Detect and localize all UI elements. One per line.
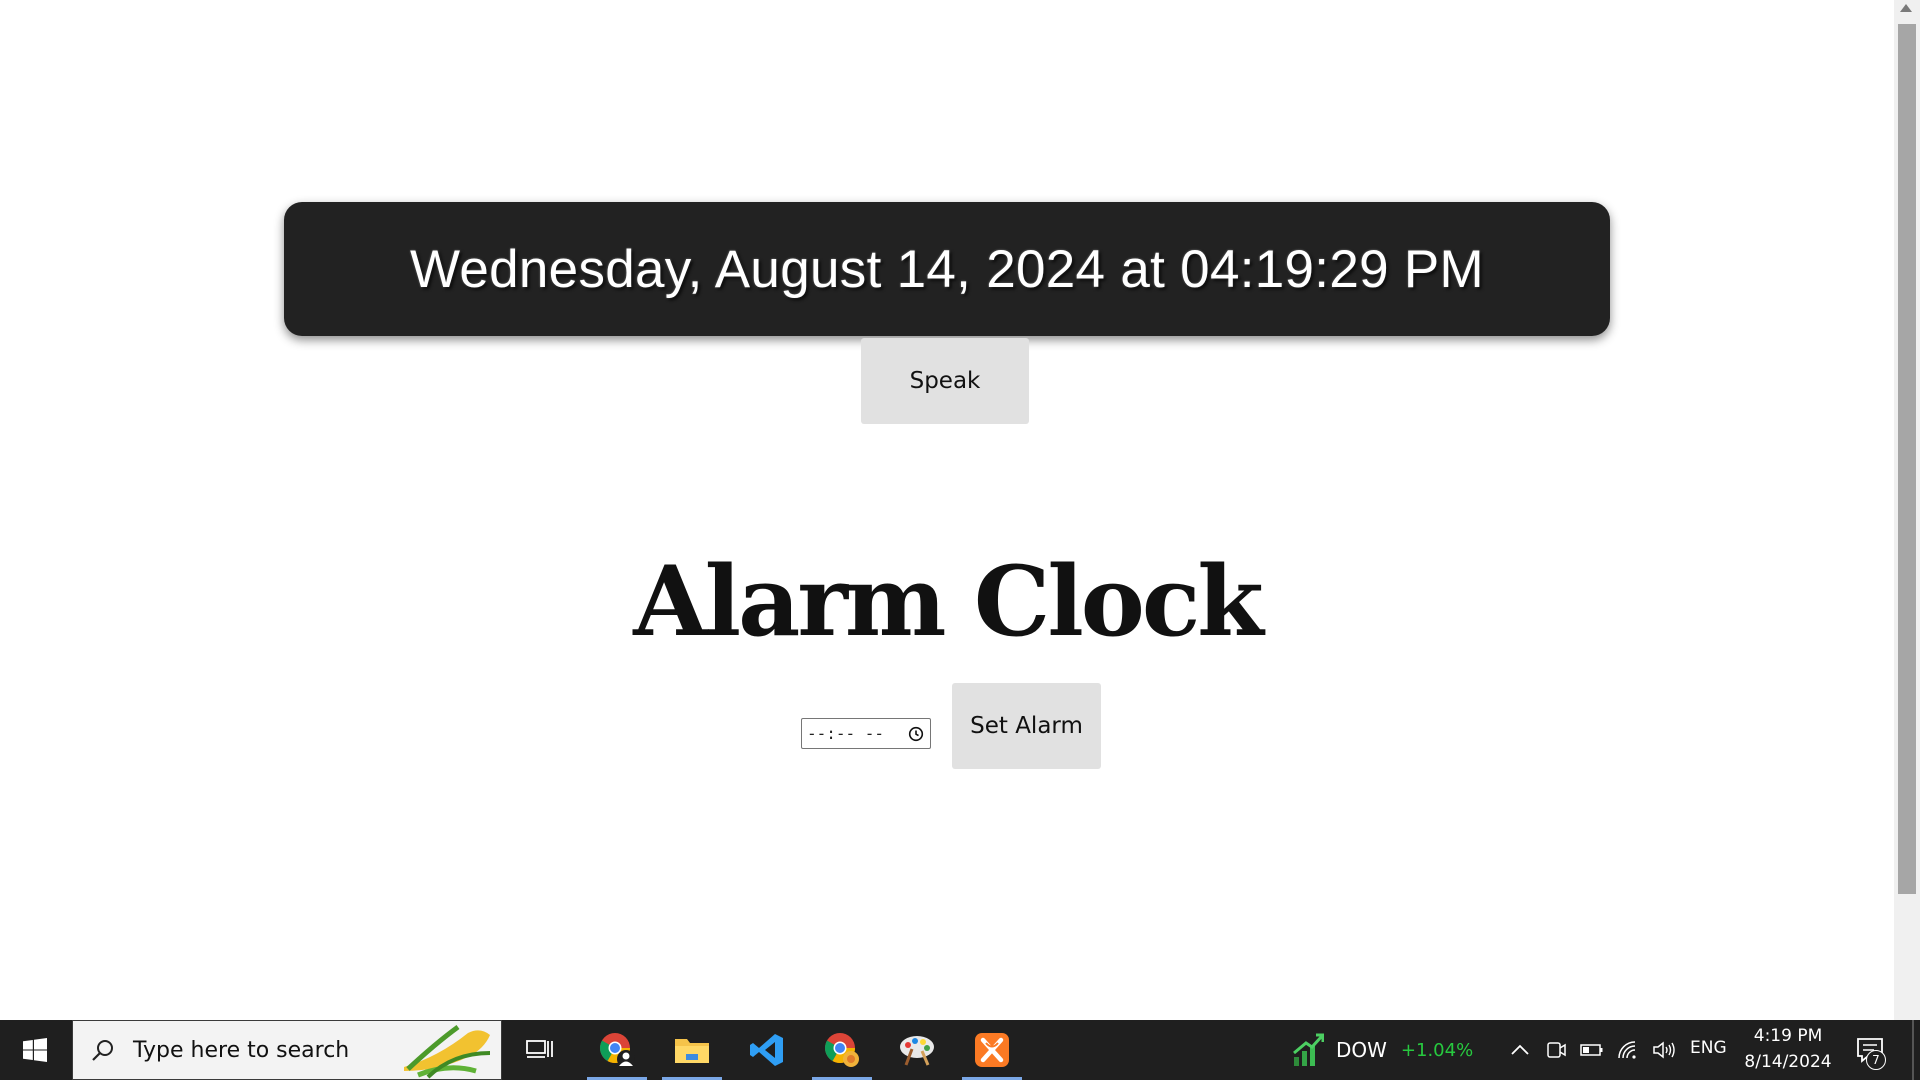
alarm-clock-title: Alarm Clock bbox=[633, 545, 1264, 658]
xampp-icon bbox=[975, 1033, 1009, 1067]
network-tray[interactable] bbox=[1616, 1038, 1640, 1062]
taskbar-search-box[interactable]: Type here to search bbox=[72, 1020, 502, 1080]
stock-widget[interactable]: DOW +1.04% bbox=[1292, 1020, 1473, 1080]
datetime-text: Wednesday, August 14, 2024 at 04:19:29 P… bbox=[409, 239, 1485, 299]
stock-label: DOW bbox=[1336, 1038, 1387, 1062]
chevron-up-icon bbox=[1511, 1044, 1529, 1055]
corn-search-highlight-icon bbox=[404, 1024, 491, 1079]
set-alarm-button[interactable]: Set Alarm bbox=[952, 683, 1101, 769]
alarm-time-input[interactable]: --:-- -- bbox=[801, 718, 931, 749]
search-placeholder: Type here to search bbox=[133, 1038, 350, 1063]
chrome-profile-icon bbox=[599, 1033, 635, 1068]
show-hidden-icons-button[interactable] bbox=[1508, 1038, 1532, 1062]
taskbar-app-file-explorer[interactable] bbox=[662, 1020, 722, 1080]
wifi-icon bbox=[1618, 1041, 1636, 1059]
volume-tray[interactable] bbox=[1652, 1038, 1676, 1062]
file-explorer-icon bbox=[675, 1039, 709, 1063]
taskbar-app-xampp[interactable] bbox=[962, 1020, 1022, 1080]
taskbar-app-chrome-profile[interactable] bbox=[587, 1020, 647, 1080]
speak-button[interactable]: Speak bbox=[861, 338, 1029, 424]
taskbar-app-paint[interactable] bbox=[887, 1020, 947, 1080]
search-icon bbox=[92, 1040, 113, 1061]
stock-trend-up-icon bbox=[1293, 1033, 1324, 1066]
taskbar-clock-time[interactable]: 4:19 PM bbox=[1740, 1026, 1836, 1046]
show-desktop-button[interactable] bbox=[1912, 1020, 1914, 1080]
task-view-button[interactable] bbox=[510, 1020, 570, 1080]
vscode-icon bbox=[750, 1034, 783, 1066]
clock-icon[interactable] bbox=[908, 726, 924, 742]
scroll-up-arrow-icon[interactable] bbox=[1900, 4, 1912, 12]
taskbar-app-vscode[interactable] bbox=[737, 1020, 797, 1080]
speaker-icon bbox=[1653, 1041, 1675, 1059]
notification-count-badge: 7 bbox=[1866, 1050, 1886, 1070]
battery-icon bbox=[1580, 1044, 1603, 1056]
stock-change: +1.04% bbox=[1400, 1039, 1474, 1061]
chrome-icon bbox=[824, 1033, 859, 1067]
start-button[interactable] bbox=[0, 1020, 70, 1080]
page-content: Wednesday, August 14, 2024 at 04:19:29 P… bbox=[0, 0, 1894, 1020]
task-view-icon bbox=[526, 1040, 553, 1058]
taskbar-clock-date[interactable]: 8/14/2024 bbox=[1740, 1052, 1836, 1072]
vertical-scrollbar[interactable] bbox=[1894, 0, 1920, 1020]
camera-icon bbox=[1547, 1042, 1566, 1058]
battery-tray[interactable] bbox=[1580, 1038, 1604, 1062]
windows-logo-icon bbox=[23, 1038, 47, 1062]
taskbar: Type here to search DOW +1.04% ENG 4:19 … bbox=[0, 1020, 1920, 1080]
datetime-display: Wednesday, August 14, 2024 at 04:19:29 P… bbox=[284, 202, 1610, 336]
scroll-thumb[interactable] bbox=[1898, 24, 1916, 894]
taskbar-app-chrome[interactable] bbox=[812, 1020, 872, 1080]
time-input-value: --:-- -- bbox=[807, 724, 885, 743]
meet-now-tray[interactable] bbox=[1544, 1038, 1568, 1062]
input-language-indicator[interactable]: ENG bbox=[1690, 1038, 1727, 1058]
paint-icon bbox=[900, 1036, 934, 1066]
